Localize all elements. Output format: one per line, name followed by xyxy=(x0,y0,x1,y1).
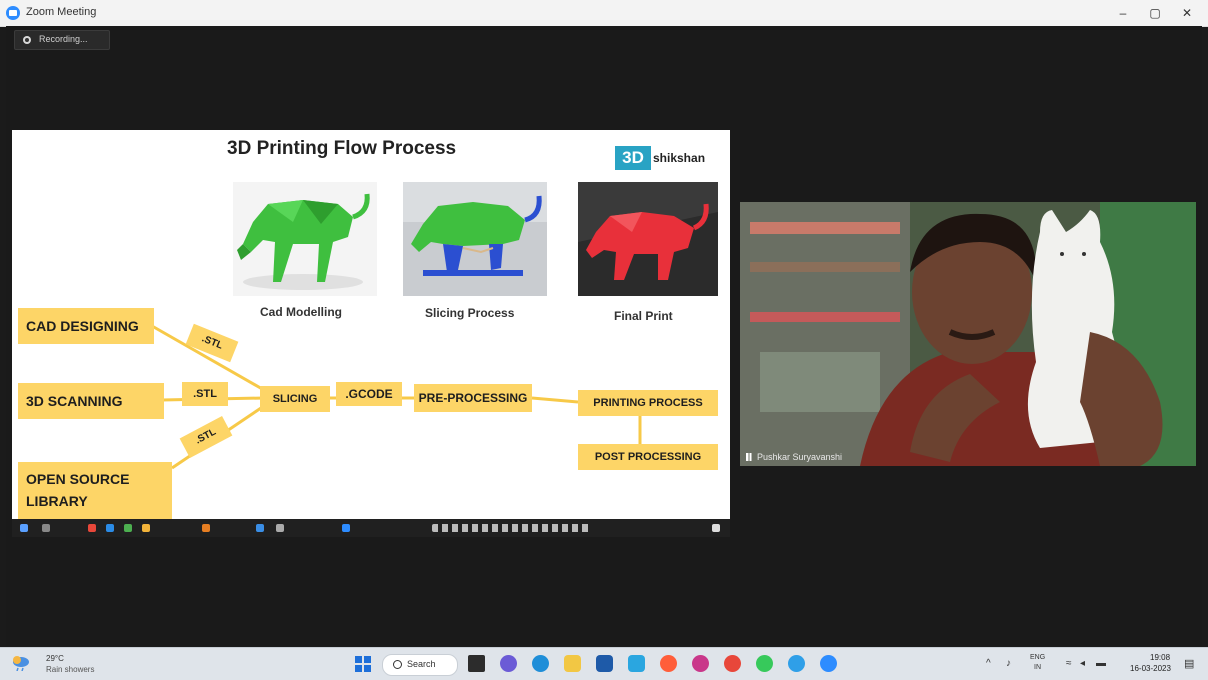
box-open-source-library: OPEN SOURCE LIBRARY xyxy=(18,462,172,520)
zoom-icon[interactable] xyxy=(820,655,837,672)
file-explorer-icon[interactable] xyxy=(564,655,581,672)
region-indicator: IN xyxy=(1034,664,1041,671)
clock-time[interactable]: 19:08 xyxy=(1150,653,1170,662)
participant-name-tag: Pushkar Suryavanshi xyxy=(746,452,842,462)
shared-app-icon xyxy=(106,524,114,532)
box-printing-process: PRINTING PROCESS xyxy=(578,390,718,416)
store-icon[interactable] xyxy=(596,655,613,672)
volume-icon[interactable]: ◂ xyxy=(1080,658,1085,669)
app-icon[interactable] xyxy=(628,655,645,672)
box-cad-designing: CAD DESIGNING xyxy=(18,308,154,344)
shared-app-icon xyxy=(202,524,210,532)
chevron-up-icon[interactable]: ^ xyxy=(986,658,991,669)
minimize-button[interactable]: – xyxy=(1108,3,1138,23)
window-titlebar: Zoom Meeting – ▢ ✕ xyxy=(0,0,1208,27)
app-icon[interactable] xyxy=(692,655,709,672)
recording-label: Recording... xyxy=(39,34,88,44)
notification-icon[interactable]: ▤ xyxy=(1184,657,1194,670)
taskbar-search[interactable]: Search xyxy=(382,654,458,676)
box-pre-processing: PRE-PROCESSING xyxy=(414,384,532,412)
box-post-processing: POST PROCESSING xyxy=(578,444,718,470)
window-title: Zoom Meeting xyxy=(26,6,97,18)
shared-notification-icon xyxy=(712,524,720,532)
clock-date[interactable]: 16-03-2023 xyxy=(1130,664,1171,673)
weather-temperature: 29°C xyxy=(46,654,64,663)
search-label: Search xyxy=(407,659,436,669)
shared-app-icon xyxy=(142,524,150,532)
shared-start-icon xyxy=(20,524,28,532)
microphone-icon[interactable]: ♪ xyxy=(1006,658,1011,669)
shared-app-icon xyxy=(256,524,264,532)
shared-tray-icons xyxy=(432,524,592,532)
weather-rain-icon[interactable] xyxy=(10,655,30,671)
participant-video[interactable]: Pushkar Suryavanshi xyxy=(740,202,1196,466)
shared-zoom-icon xyxy=(342,524,350,532)
participant-video-frame xyxy=(740,202,1196,466)
zoom-logo-icon xyxy=(6,6,20,20)
box-gcode: .GCODE xyxy=(336,382,402,406)
restore-button[interactable]: ▢ xyxy=(1140,3,1170,23)
search-icon xyxy=(393,660,402,669)
windows-taskbar: 29°C Rain showers Search ^ ♪ ENG IN ≈ ◂ … xyxy=(0,647,1208,680)
whatsapp-icon[interactable] xyxy=(756,655,773,672)
battery-icon[interactable]: ▬ xyxy=(1096,658,1106,669)
shared-screen-taskbar xyxy=(12,519,730,537)
close-button[interactable]: ✕ xyxy=(1172,3,1202,23)
start-button[interactable] xyxy=(355,656,371,672)
language-indicator[interactable]: ENG xyxy=(1030,654,1045,661)
shared-app-icon xyxy=(88,524,96,532)
participant-name: Pushkar Suryavanshi xyxy=(757,452,843,462)
box-slicing: SLICING xyxy=(260,386,330,412)
box-3d-scanning: 3D SCANNING xyxy=(18,383,164,419)
shared-app-icon xyxy=(124,524,132,532)
shared-app-icon xyxy=(276,524,284,532)
edge-icon[interactable] xyxy=(532,655,549,672)
teams-chat-icon[interactable] xyxy=(500,655,517,672)
wifi-icon[interactable]: ≈ xyxy=(1066,658,1072,669)
shared-screen-slide: 3D Printing Flow Process 3D shikshan Cad… xyxy=(12,130,730,520)
signal-strength-icon xyxy=(746,453,754,461)
record-icon xyxy=(23,36,31,44)
recording-indicator[interactable]: Recording... xyxy=(14,30,110,50)
task-view-icon[interactable] xyxy=(468,655,485,672)
firefox-icon[interactable] xyxy=(660,655,677,672)
stl-label-mid: .STL xyxy=(182,382,228,406)
chrome-icon[interactable] xyxy=(724,655,741,672)
shared-app-icon xyxy=(42,524,50,532)
edge-icon[interactable] xyxy=(788,655,805,672)
weather-description: Rain showers xyxy=(46,665,95,674)
